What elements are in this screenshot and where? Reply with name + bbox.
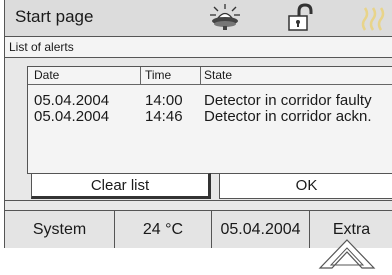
column-header-time[interactable]: Time: [141, 67, 201, 85]
alert-state: Detector in corridor ackn.: [204, 108, 372, 125]
column-header-state[interactable]: State: [201, 67, 392, 85]
alerts-list[interactable]: Date Time State 05.04.2004 14:00 Detecto…: [27, 66, 392, 174]
touch-screen: Start page List of alerts Date Time Stat…: [4, 0, 392, 248]
clear-list-button[interactable]: Clear list: [31, 173, 211, 199]
unlocked-padlock-icon[interactable]: [285, 3, 315, 38]
header-bar: Start page: [5, 0, 392, 37]
temperature-display[interactable]: 24 °C: [115, 211, 212, 248]
alert-state: Detector in corridor faulty: [204, 92, 372, 109]
heating-icon[interactable]: [359, 6, 389, 37]
date-display[interactable]: 05.04.2004: [212, 211, 310, 248]
divider: [5, 200, 392, 201]
alert-time: 14:00: [145, 92, 183, 109]
ok-button[interactable]: OK: [219, 173, 392, 199]
column-header-date[interactable]: Date: [28, 67, 141, 85]
alerts-panel-title: List of alerts: [5, 37, 392, 58]
system-button[interactable]: System: [5, 211, 115, 248]
lamp-icon[interactable]: [208, 3, 242, 38]
alert-time: 14:46: [145, 108, 183, 125]
alert-date: 05.04.2004: [34, 108, 110, 125]
alert-date: 05.04.2004: [34, 92, 110, 109]
pointer-arrow-icon: [318, 238, 376, 275]
page-title: Start page: [15, 7, 94, 26]
